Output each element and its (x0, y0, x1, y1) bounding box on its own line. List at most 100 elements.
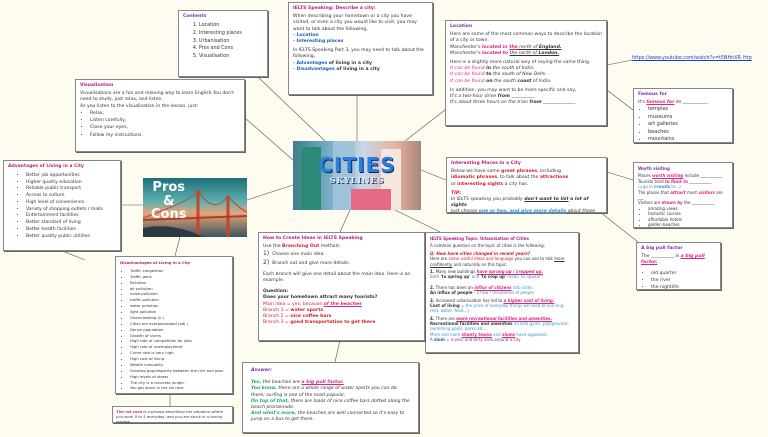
text: 4. (430, 315, 435, 321)
answer-title: Answer: (251, 368, 273, 373)
text: the south (492, 78, 518, 84)
visualisation-box: Visualisation Visualisations are a fun a… (75, 79, 245, 152)
text: interesting sights (457, 181, 504, 187)
youtube-link[interactable]: https://www.youtube.com/watch?v=t5NHnXR_… (632, 56, 752, 61)
text: visitors (698, 189, 716, 195)
visual-p1: Visualisations are a fun and relaxing wa… (80, 91, 235, 103)
text: of India. (531, 78, 552, 84)
contents-item[interactable]: Urbanisation (199, 38, 263, 46)
text: Branch 3 = (263, 320, 291, 326)
text: Branch 1 = (263, 307, 291, 313)
skylines-subtitle: SKYLINES (329, 175, 385, 185)
list-item: Relax, (90, 110, 240, 117)
list-item: Close your eyes, (90, 124, 240, 131)
describe-item2-rest: of living in a city (327, 60, 373, 66)
text: England. (538, 44, 562, 50)
contents-item[interactable]: Pros and Cons (199, 45, 263, 53)
text: = a poor and dirty area around a city (444, 337, 521, 343)
text: It can be found (450, 72, 487, 78)
urbanisation-box: IELTS Speaking Topic: Urbanisation of Ci… (425, 232, 579, 353)
text: Manchester's (450, 50, 482, 56)
worth-title: Worth visiting (638, 166, 670, 171)
text: good transportation to get there (290, 320, 376, 326)
contents-item[interactable]: Interesting places (199, 30, 263, 38)
text: Branch 2 = (263, 313, 291, 319)
text: attractions (539, 175, 569, 181)
text: a city has. (503, 181, 529, 187)
text: coast (517, 78, 532, 84)
text: a higher cost of living. (503, 297, 555, 303)
contents-title: Contents (183, 14, 207, 19)
text: Many new buildings (435, 268, 477, 274)
text: north of (517, 44, 539, 50)
text: ___________ (687, 178, 712, 184)
pros-label: Pros (152, 180, 186, 195)
howto-paragraph: Each branch will give one detail about t… (263, 271, 411, 283)
step-text: Choose one main idea. (272, 252, 325, 258)
text: , to talk about the (497, 175, 540, 181)
text: some useful ideas and language (448, 256, 514, 262)
text: The places that (638, 189, 671, 195)
list-item: Growing gap/disparity between the rich a… (130, 368, 228, 374)
text: famous for (646, 100, 675, 106)
list-item: Better job opportunities (26, 173, 116, 180)
text: Manchester's (450, 44, 482, 50)
text: mean 'to appear'. (506, 274, 543, 280)
text: It can be found (450, 78, 487, 84)
list-item: beaches (648, 129, 728, 137)
text: There are (435, 315, 457, 321)
disadvantages-box: Disadvantages of Living in a City Traffi… (115, 256, 233, 394)
text: Main idea = yes, because (263, 301, 324, 307)
text: slum (434, 337, 445, 343)
text: It's about three hours on the train (450, 100, 530, 106)
text: London. (538, 50, 560, 56)
text: attract (670, 189, 686, 195)
text: and (470, 274, 481, 280)
list-item: old quarter (651, 270, 716, 277)
adv-title: Advantages of Living in a City (8, 164, 84, 169)
text: a big pull factor. (301, 380, 344, 386)
text: drawn by (661, 200, 683, 206)
text: In IELTS speaking you probably (451, 196, 525, 202)
text: It can be found (450, 66, 487, 72)
urban-intro: A common question on the topic of cities… (430, 243, 546, 249)
text: Visitors are (638, 200, 662, 206)
pros-cons-image: Pros & Cons (143, 178, 247, 237)
text: from (497, 93, 510, 99)
text: Use the (263, 244, 283, 250)
text: located in (481, 44, 510, 50)
text: have appeared. (515, 331, 548, 337)
text: It's a two-hour drive (450, 93, 498, 99)
text: Both (430, 274, 441, 280)
describe-item2-rest: of living in a city (334, 66, 380, 72)
how-to-create-ideas-box: How to Create Ideas in IELTS Speaking Us… (258, 232, 425, 341)
text: Tourists tend (638, 178, 665, 184)
answer-box: Answer: Yes, the beaches are a big pull … (242, 362, 419, 433)
advantages-box: Advantages of Living in a City Better jo… (3, 160, 121, 251)
text: great phrases (501, 169, 538, 175)
text: Places (638, 173, 652, 179)
list-item: the nightlife (651, 284, 716, 291)
text: Here are (430, 256, 449, 262)
text: into cities. (511, 284, 534, 290)
text: the south of India. (491, 66, 535, 72)
describe-item2: - Advantages (293, 60, 328, 66)
text: shanty towns (461, 331, 492, 337)
text: Yes, (251, 380, 262, 386)
ampersand-label: & (163, 193, 175, 209)
text: There has been an (435, 284, 475, 290)
text: Cost of living (430, 302, 460, 308)
text: the south of New Delhi. (491, 72, 547, 78)
advantages-list: Better job opportunitiesHigher quality e… (8, 173, 116, 241)
describe-item2: - Disadvantages (293, 66, 335, 72)
list-item: Access to culture (26, 193, 116, 200)
location-box: Location Here are some of the most commo… (445, 20, 607, 126)
list-item: Better health facilities (26, 227, 116, 234)
famous-title: Famous for (638, 92, 667, 97)
contents-item[interactable]: Visualisation (199, 53, 263, 61)
contents-item[interactable]: Location (199, 22, 263, 30)
list-item: temples (648, 106, 728, 114)
list-item: art galleries (648, 121, 728, 129)
text: the ___________ (682, 200, 714, 206)
worth-visiting-box: Worth visiting Places worth visiting inc… (633, 162, 733, 228)
